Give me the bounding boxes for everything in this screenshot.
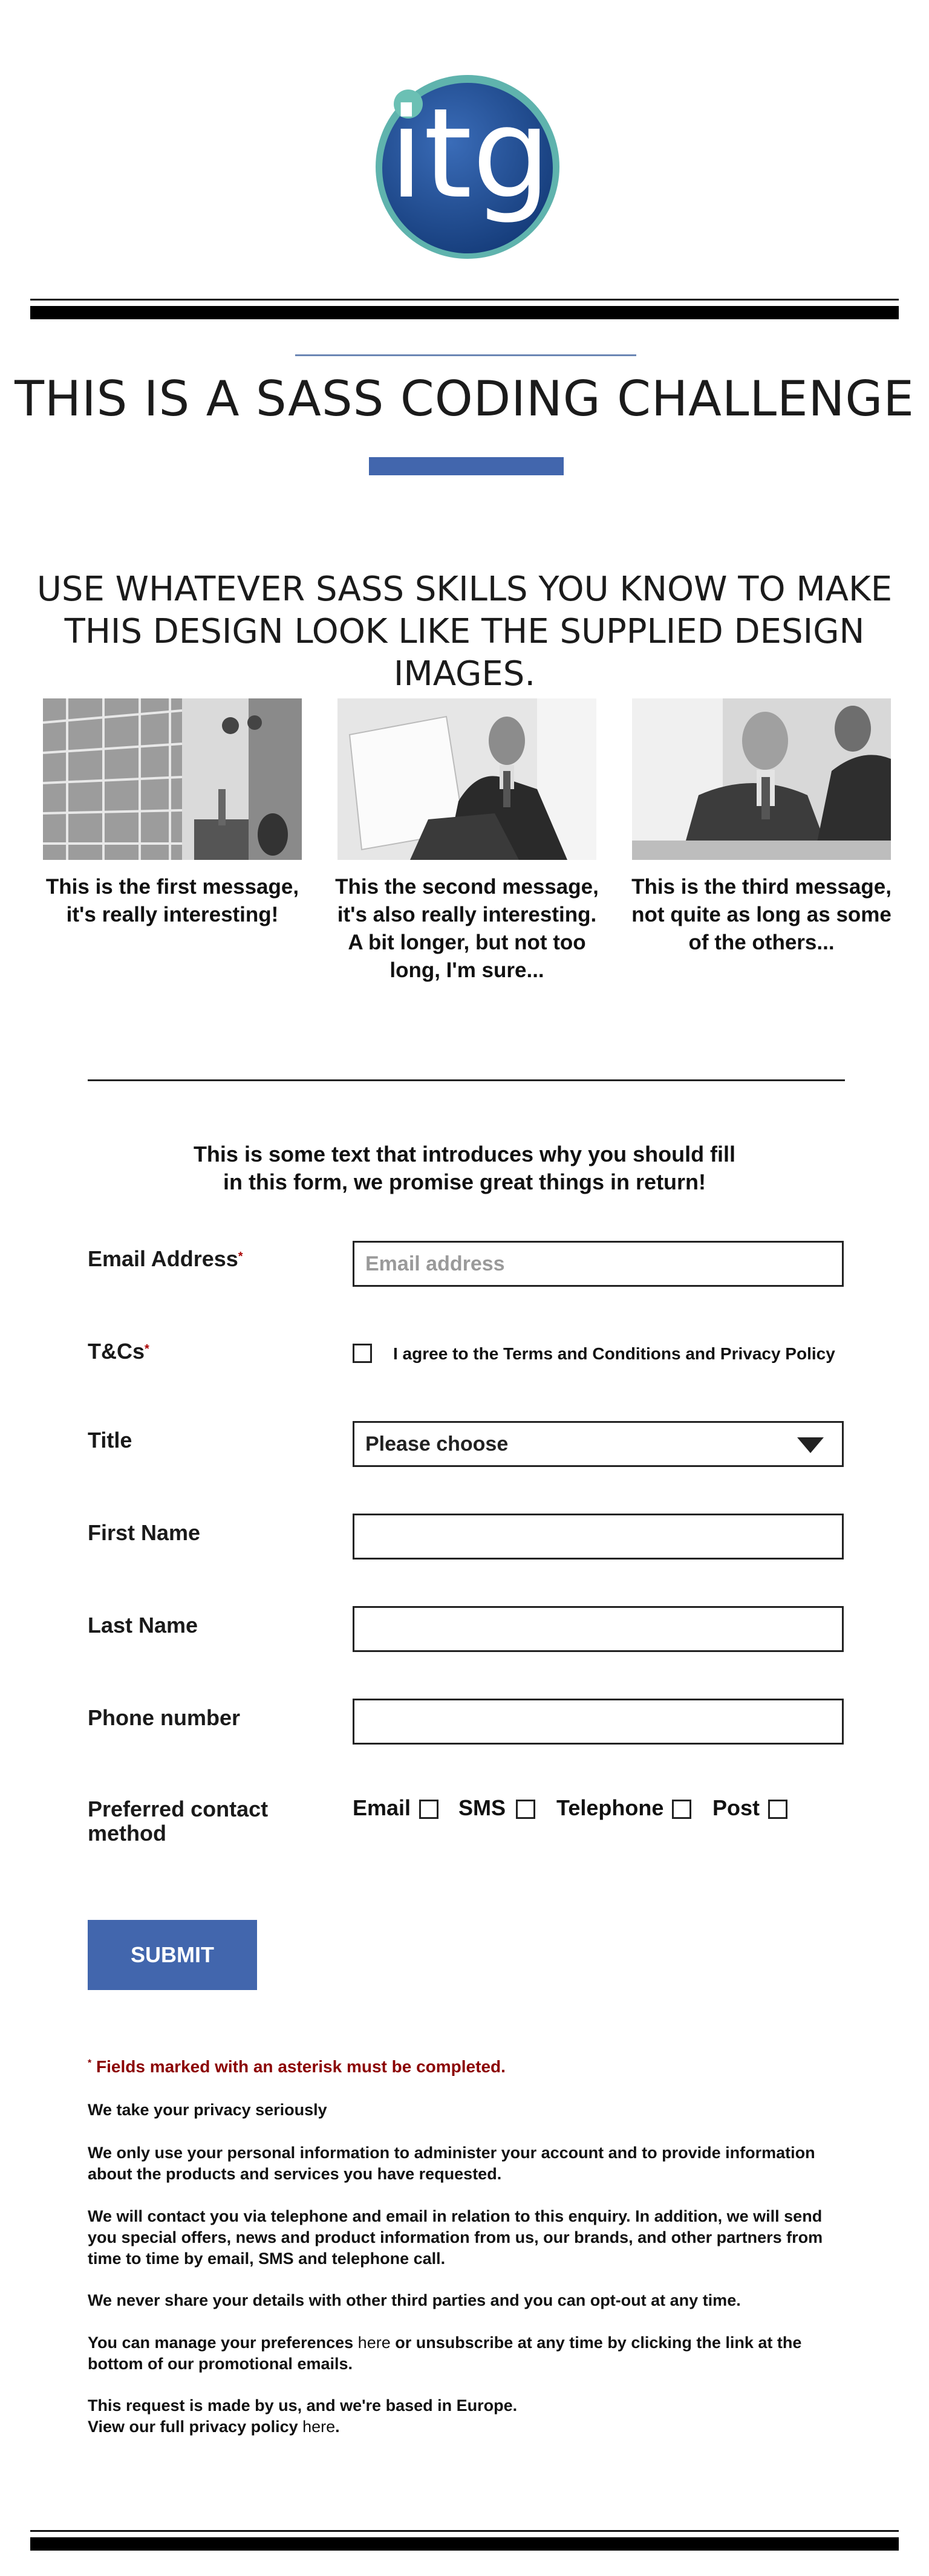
card-image-meeting — [632, 698, 891, 860]
last-name-field[interactable] — [353, 1606, 844, 1652]
title-select-value: Please choose — [365, 1433, 509, 1456]
contact-method-label: Preferred contact method — [88, 1797, 269, 1846]
card-image-library — [43, 698, 302, 860]
page-title: THIS IS A SASS CODING CHALLENGE — [15, 371, 914, 427]
privacy-paragraph-4: You can manage your preferences here or … — [88, 2334, 802, 2373]
itg-logo: itg — [373, 73, 562, 261]
footer-divider-thin — [30, 2530, 899, 2532]
svg-text:itg: itg — [389, 82, 550, 226]
contact-email-checkbox[interactable] — [419, 1800, 438, 1819]
contact-option-sms-label: SMS — [458, 1795, 506, 1820]
submit-button[interactable]: Submit — [88, 1920, 257, 1990]
card-image-businessman — [337, 698, 596, 860]
contact-sms-checkbox[interactable] — [516, 1800, 535, 1819]
title-label: Title — [88, 1428, 132, 1452]
terms-link[interactable]: Terms and Conditions — [503, 1344, 681, 1363]
title-accent-bar — [369, 457, 564, 475]
first-name-field[interactable] — [353, 1514, 844, 1560]
preferences-link[interactable]: here — [358, 2334, 391, 2352]
phone-field[interactable] — [353, 1699, 844, 1745]
phone-input[interactable] — [354, 1700, 842, 1743]
form-intro: This is some text that introduces why yo… — [193, 1142, 736, 1194]
tc-checkbox[interactable] — [353, 1344, 372, 1363]
privacy-policy-link[interactable]: Privacy Policy — [720, 1344, 835, 1363]
privacy-heading: We take your privacy seriously — [88, 2101, 327, 2119]
last-name-label: Last Name — [88, 1613, 198, 1638]
contact-telephone-checkbox[interactable] — [672, 1800, 691, 1819]
privacy-paragraph-3: We never share your details with other t… — [88, 2291, 741, 2309]
first-name-input[interactable] — [354, 1515, 842, 1558]
contact-post-checkbox[interactable] — [768, 1800, 787, 1819]
card-text-first: This is the first message, it's really i… — [45, 875, 299, 926]
title-top-line — [295, 354, 636, 356]
privacy-paragraph-5: This request is made by us, and we're ba… — [88, 2396, 518, 2436]
contact-option-email-label: Email — [353, 1795, 411, 1820]
privacy-paragraph-1: We only use your personal information to… — [88, 2144, 815, 2183]
required-asterisk: * — [145, 1342, 149, 1356]
phone-label: Phone number — [88, 1705, 241, 1730]
footer-divider-thick — [30, 2537, 899, 2551]
email-input[interactable] — [354, 1243, 842, 1285]
page-subtitle: USE WHATEVER SASS SKILLS YOU KNOW TO MAK… — [36, 570, 893, 694]
chevron-down-icon — [797, 1437, 824, 1453]
tc-agreement-text: I agree to the Terms and Conditions and … — [393, 1344, 835, 1363]
required-asterisk: * — [238, 1250, 243, 1263]
header-divider-thin — [30, 299, 899, 301]
contact-option-telephone-label: Telephone — [556, 1795, 664, 1820]
privacy-policy-here-link[interactable]: here — [302, 2418, 335, 2436]
contact-option-post-label: Post — [712, 1795, 760, 1820]
email-field[interactable] — [353, 1241, 844, 1287]
title-select[interactable]: Please choose — [353, 1421, 844, 1467]
tc-label: T&Cs* — [88, 1339, 149, 1364]
card-text-second: This the second message, it's also reall… — [335, 875, 599, 982]
email-label: Email Address* — [88, 1246, 243, 1271]
last-name-input[interactable] — [354, 1608, 842, 1650]
required-fields-note: * Fields marked with an asterisk must be… — [88, 2057, 506, 2076]
privacy-paragraph-2: We will contact you via telephone and em… — [88, 2207, 823, 2268]
card-text-third: This is the third message, not quite as … — [631, 875, 892, 954]
first-name-label: First Name — [88, 1520, 201, 1545]
header-divider-thick — [30, 306, 899, 319]
section-divider — [88, 1079, 845, 1081]
